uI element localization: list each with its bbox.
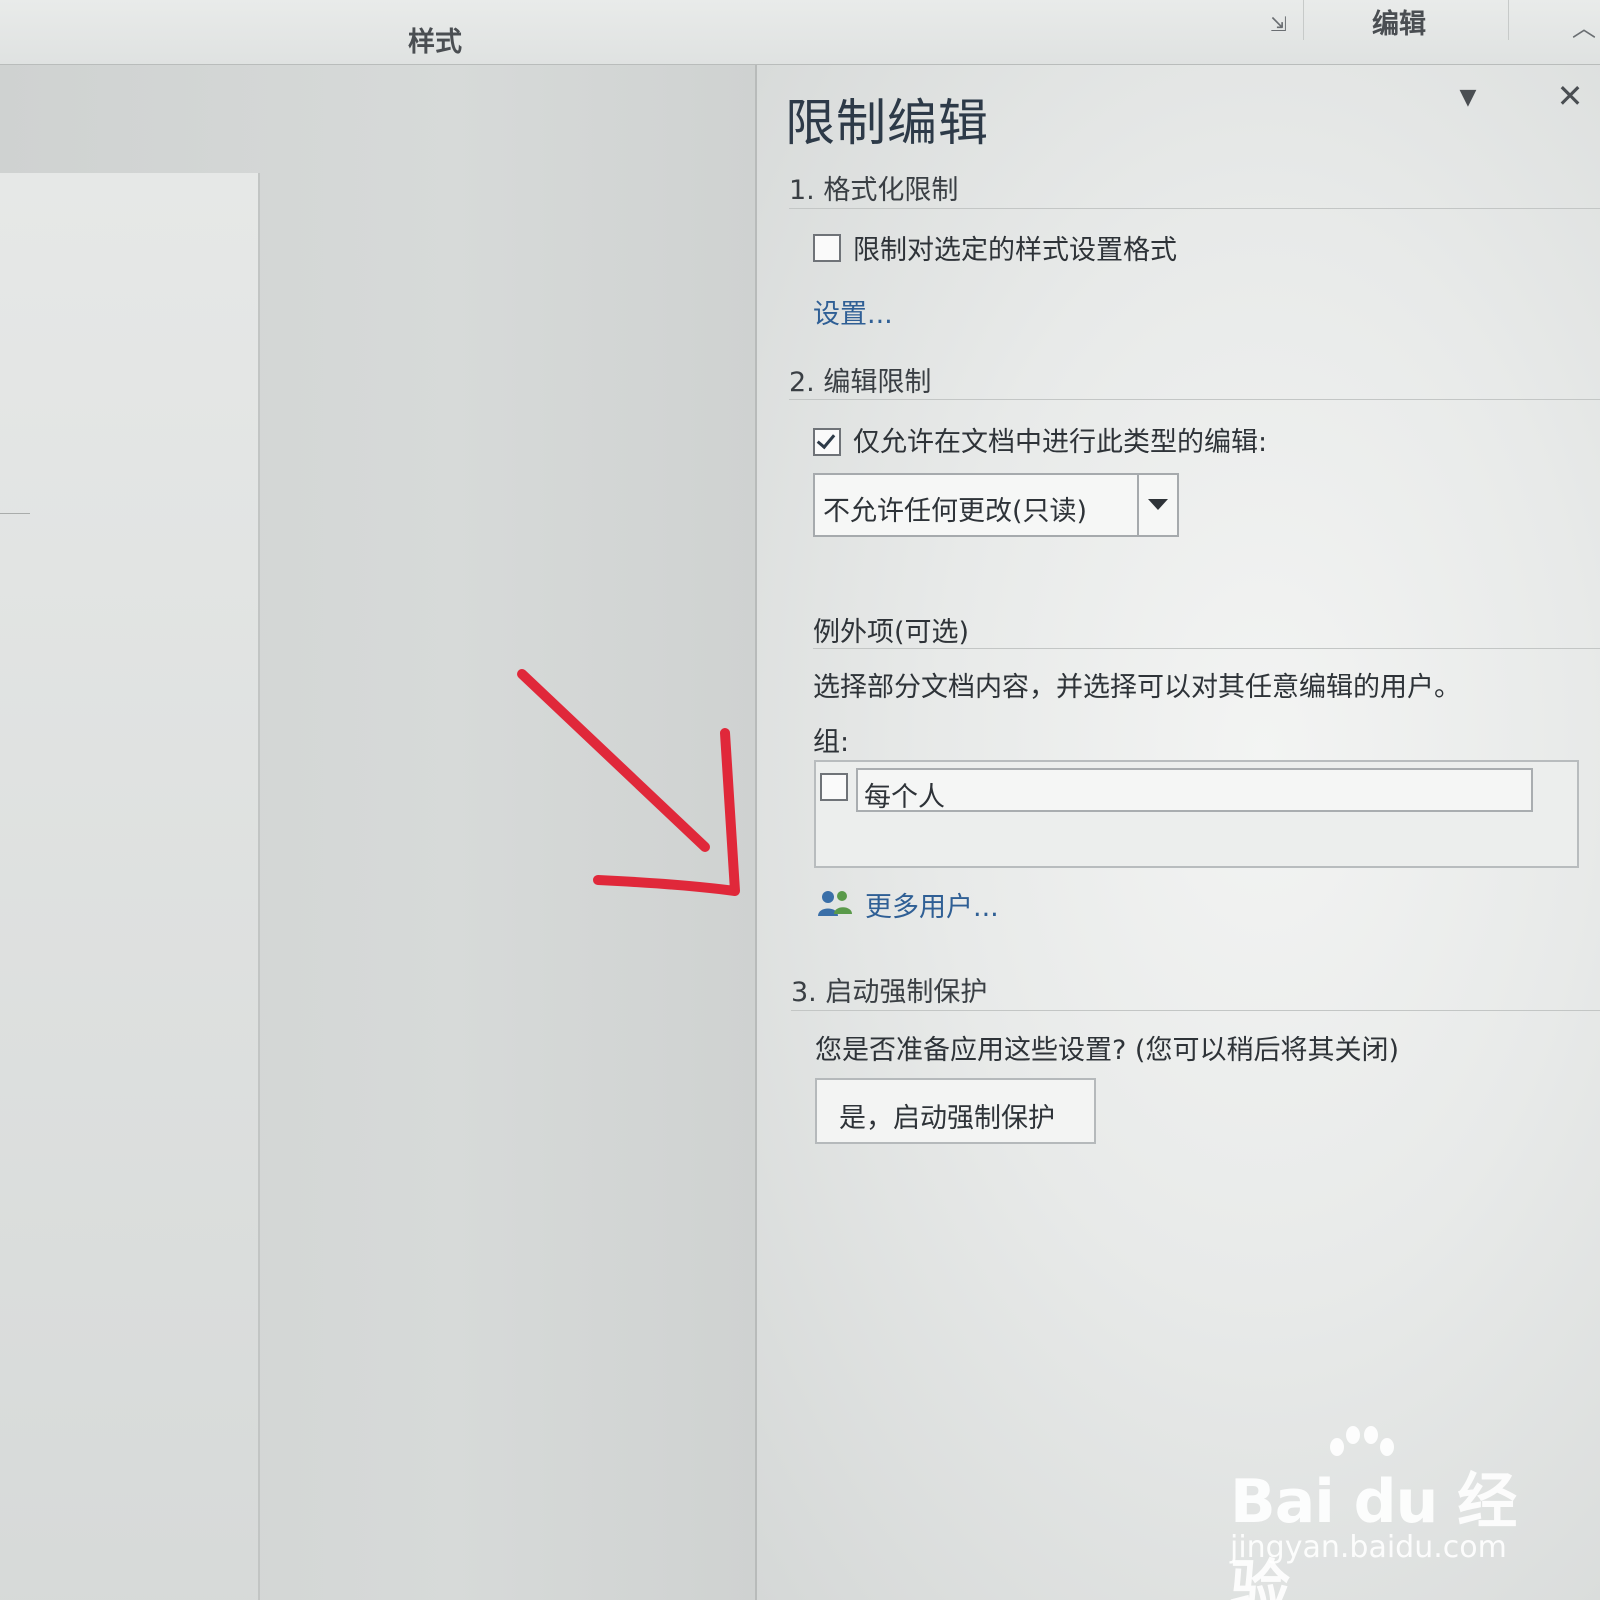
editing-type-value: 不允许任何更改(只读) (823, 496, 1088, 527)
settings-link[interactable]: 设置... (813, 292, 893, 331)
enforcement-question: 您是否准备应用这些设置? (您可以稍后将其关闭) (815, 1035, 1399, 1066)
section-divider (813, 648, 1600, 649)
chevron-up-icon[interactable]: ︿ (1572, 8, 1596, 43)
document-area[interactable] (0, 65, 755, 1600)
start-enforcing-protection-label: 是，启动强制保护 (839, 1103, 1055, 1134)
restrict-editing-pane: 限制编辑 ▼ ✕ 1. 格式化限制 限制对选定的样式设置格式 设置... 2. … (755, 65, 1600, 1600)
allow-editing-type-label[interactable]: 仅允许在文档中进行此类型的编辑: (853, 420, 1267, 459)
ribbon: 样式 ⇲ 编辑 ︿ (0, 0, 1600, 65)
section-divider (791, 1010, 1600, 1011)
section-formatting-heading: 1. 格式化限制 (789, 175, 959, 206)
chevron-down-icon (1148, 499, 1168, 510)
ribbon-group-styles-label: 样式 (408, 27, 462, 58)
triangle-down-icon[interactable]: ▼ (1454, 85, 1482, 113)
section-divider (789, 208, 1600, 209)
group-everyone-label: 每个人 (864, 782, 945, 813)
exceptions-heading: 例外项(可选) (813, 617, 970, 648)
close-icon[interactable]: ✕ (1552, 77, 1588, 115)
baidu-watermark: Bai du 经验 jingyan.baidu.com (1230, 1425, 1530, 1600)
group-everyone-checkbox[interactable] (820, 773, 848, 801)
dropdown-button[interactable] (1137, 475, 1177, 535)
restrict-formatting-label[interactable]: 限制对选定的样式设置格式 (853, 228, 1177, 267)
groups-label: 组: (813, 727, 850, 758)
dialog-launcher-icon[interactable]: ⇲ (1270, 12, 1290, 36)
section-divider (789, 399, 1600, 400)
restrict-formatting-checkbox[interactable] (813, 234, 841, 262)
editing-type-dropdown[interactable]: 不允许任何更改(只读) (813, 473, 1179, 537)
watermark-site: jingyan.baidu.com (1230, 1530, 1507, 1565)
ribbon-group-editing-label[interactable]: 编辑 (1372, 2, 1426, 41)
checkmark-icon (816, 429, 836, 450)
groups-list[interactable]: 每个人 (814, 760, 1579, 868)
page-margin-mark (0, 513, 30, 514)
pane-title: 限制编辑 (785, 94, 989, 152)
document-page[interactable] (0, 173, 260, 1600)
allow-editing-type-checkbox[interactable] (813, 428, 841, 456)
ribbon-divider (1303, 0, 1304, 40)
section-enforcement-heading: 3. 启动强制保护 (791, 977, 988, 1008)
start-enforcing-protection-button[interactable]: 是，启动强制保护 (815, 1078, 1096, 1144)
list-item[interactable]: 每个人 (856, 768, 1533, 813)
watermark-brand: Bai du 经验 (1230, 1467, 1517, 1600)
section-editing-heading: 2. 编辑限制 (789, 367, 932, 398)
more-users-link[interactable]: 更多用户... (865, 885, 999, 924)
users-icon (818, 891, 852, 916)
exceptions-description: 选择部分文档内容，并选择可以对其任意编辑的用户。 (813, 672, 1461, 703)
ribbon-divider (1508, 0, 1509, 40)
